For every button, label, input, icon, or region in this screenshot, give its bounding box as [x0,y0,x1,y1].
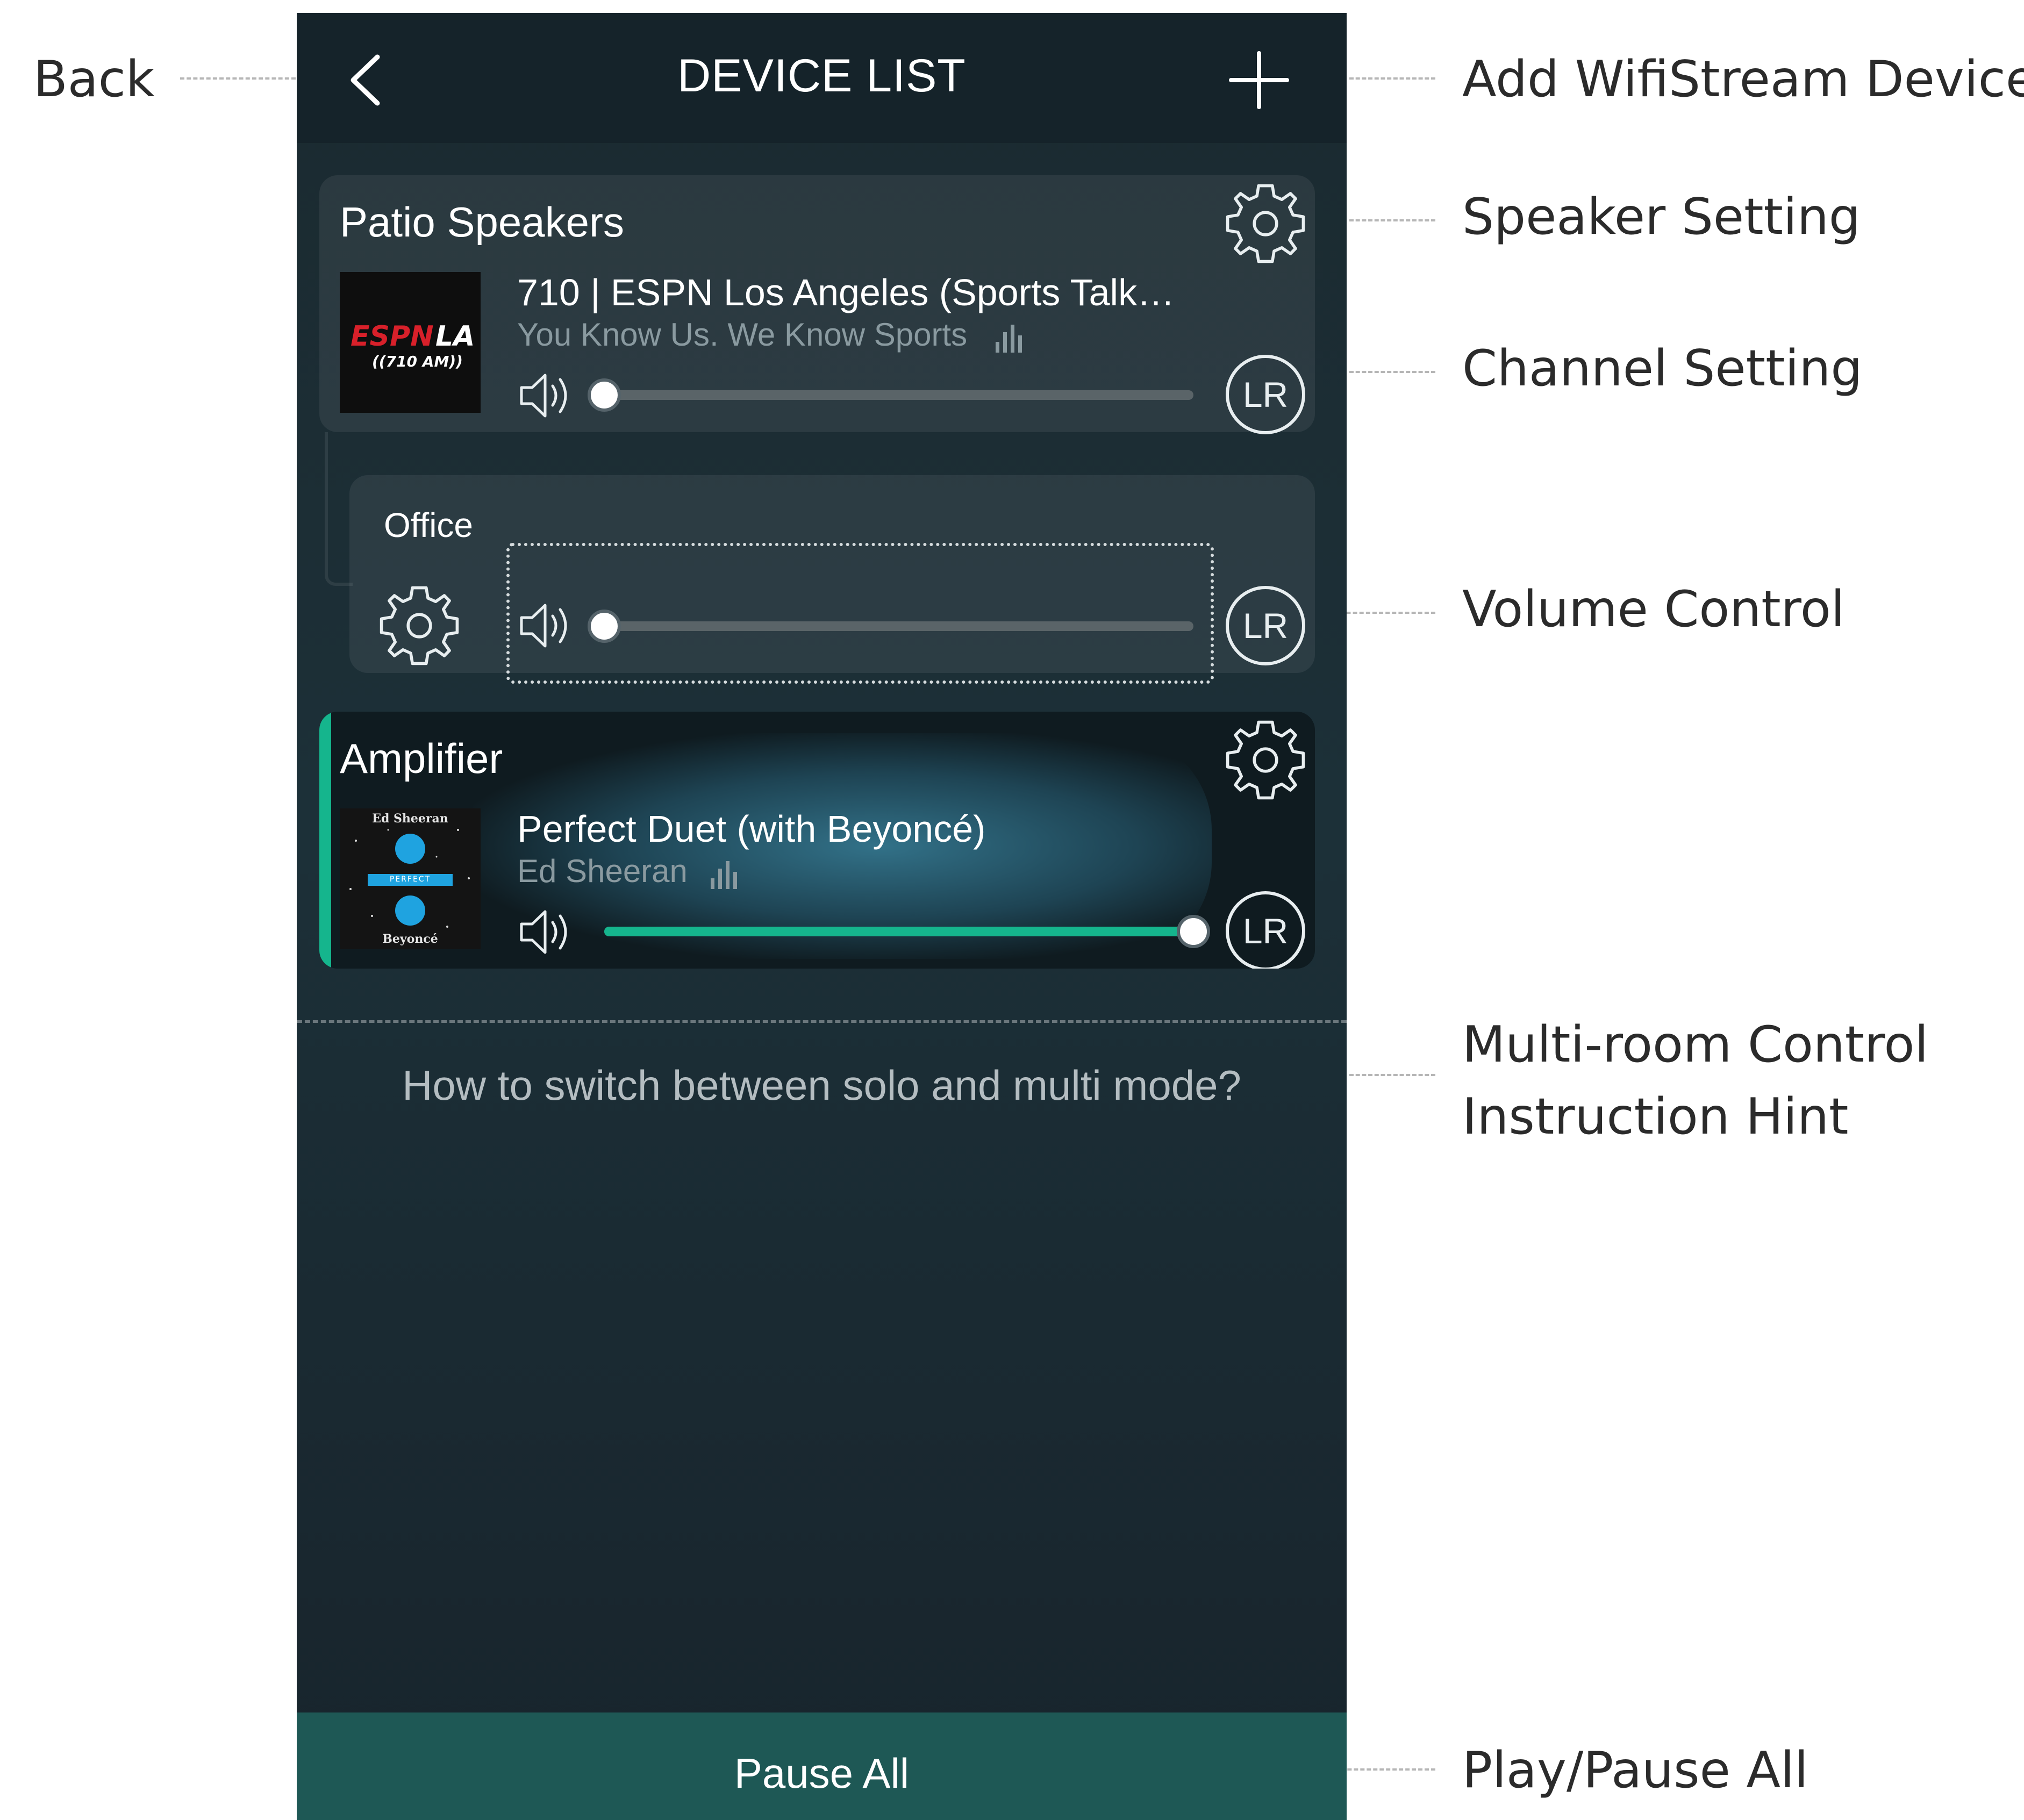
pause-all-bar[interactable]: Pause All [297,1712,1347,1820]
channel-lr-button[interactable]: LR [1226,355,1305,434]
pause-all-button[interactable]: Pause All [297,1749,1347,1798]
volume-fill [604,927,1193,936]
equalizer-icon [707,860,740,890]
channel-lr-button[interactable]: LR [1226,891,1305,969]
volume-slider[interactable] [588,378,1193,412]
device-name: Office [384,506,473,544]
station-subtitle: You Know Us. We Know Sports [517,317,968,353]
gear-icon[interactable] [376,583,462,669]
leader-add-device [1349,77,1435,80]
leader-channel-setting [1349,371,1435,373]
leader-back [180,77,296,80]
track-title: Perfect Duet (with Beyoncé) [517,808,986,850]
device-name: Amplifier [340,735,503,782]
volume-slider[interactable] [604,915,1210,948]
leader-speaker-setting [1349,219,1435,221]
device-name: Patio Speakers [340,198,624,246]
active-indicator [319,712,331,969]
page-title: DEVICE LIST [677,50,966,102]
artist-subtitle: Ed Sheeran [517,853,688,889]
callout-add-device: Add WifiStream Device [1462,50,2024,108]
callout-back: Back [33,50,155,108]
device-card-amplifier[interactable]: Amplifier Ed Sheeran PERFECT Beyoncé Per… [319,712,1315,969]
callout-speaker-setting: Speaker Setting [1462,188,1861,246]
speaker-icon[interactable] [517,905,576,959]
callout-volume-control: Volume Control [1462,580,1845,638]
gear-icon[interactable] [1222,181,1308,267]
perfect-album-artwork: Ed Sheeran PERFECT Beyoncé [340,808,481,949]
speaker-icon[interactable] [517,369,576,422]
volume-control-highlight [506,543,1214,684]
callout-play-pause-all: Play/Pause All [1462,1741,1808,1799]
channel-lr-button[interactable]: LR [1226,586,1305,665]
multi-mode-hint-link[interactable]: How to switch between solo and multi mod… [297,1061,1347,1110]
espn-la-artwork: ESPN LA ((710 AM)) [340,272,481,413]
gear-icon[interactable] [1222,717,1308,803]
volume-knob[interactable] [1177,915,1210,948]
group-connector [325,432,353,586]
callout-multiroom-hint-line1: Multi-room Control [1462,1015,1929,1073]
device-card-patio-speakers[interactable]: Patio Speakers ESPN LA ((710 AM)) 710 | … [319,175,1315,434]
device-list-screen: DEVICE LIST Patio Speakers ESPN LA ((710… [297,13,1347,1820]
hint-divider [297,1020,1347,1023]
plus-icon[interactable] [1227,51,1291,110]
volume-knob[interactable] [588,378,621,412]
leader-multiroom-hint [1349,1074,1435,1076]
callout-channel-setting: Channel Setting [1462,339,1863,397]
nav-bar: DEVICE LIST [297,13,1347,143]
track-title: 710 | ESPN Los Angeles (Sports Talk… [517,271,1175,313]
equalizer-icon [992,324,1025,354]
callout-multiroom-hint-line2: Instruction Hint [1462,1087,1849,1145]
